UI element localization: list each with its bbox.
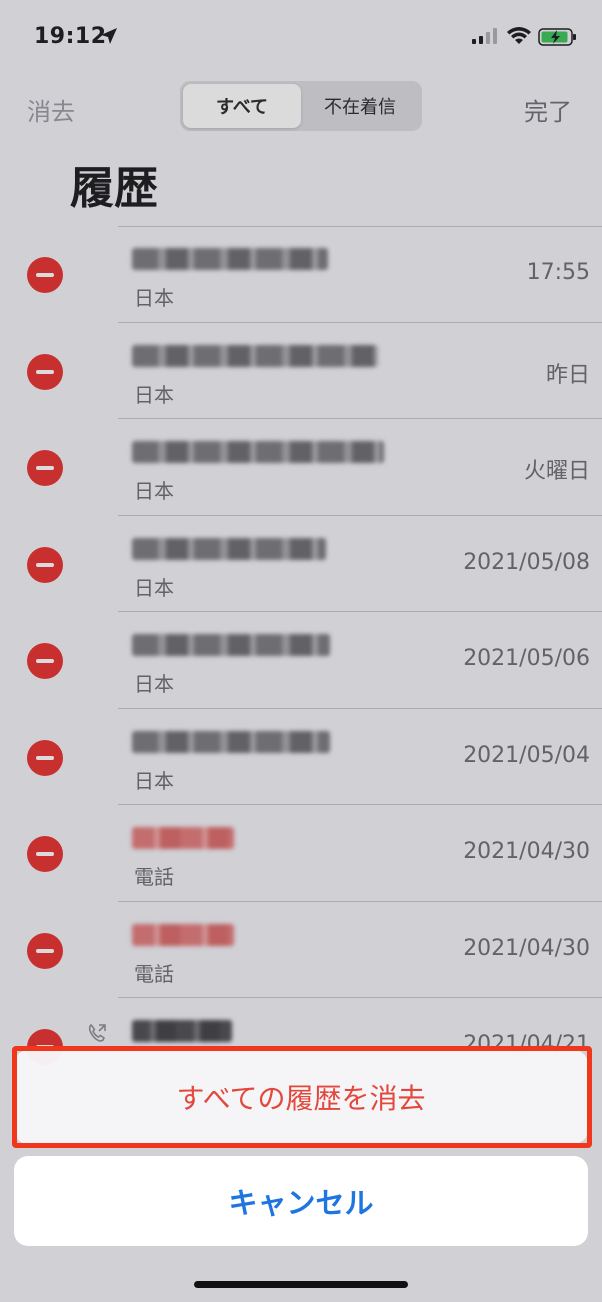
phone-screen: 19:12 消去 すべて 不在着信 完了 履歴 日本 17:55 日本 昨日 日… (0, 0, 602, 1302)
home-indicator[interactable] (194, 1281, 408, 1288)
highlight-box (12, 1046, 592, 1148)
cancel-button[interactable]: キャンセル (14, 1156, 588, 1246)
